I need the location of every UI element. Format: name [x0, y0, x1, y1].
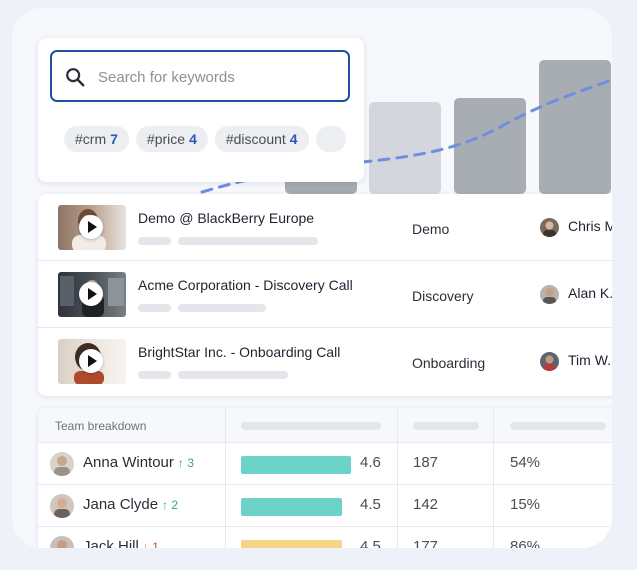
chip-tag: #price: [146, 131, 186, 147]
table-row[interactable]: Jack Hill ↓ 1 4.5 177 86%: [38, 527, 612, 548]
canvas: #crm7#price4#discount4 Demo @ BlackBerry…: [12, 8, 612, 548]
placeholder-line: [178, 371, 288, 379]
placeholder-line: [138, 304, 171, 312]
video-thumbnail[interactable]: [58, 205, 126, 250]
calls-count: 177: [413, 538, 439, 548]
avatar: [540, 218, 559, 237]
trend-up-icon: ↑ 2: [162, 498, 178, 512]
placeholder-line: [178, 237, 318, 245]
score-value: 4.6: [360, 454, 381, 471]
avatar: [540, 352, 559, 371]
percentage: 86%: [510, 538, 541, 548]
member-name-text: Jack Hill: [83, 538, 139, 548]
play-icon[interactable]: [79, 282, 103, 306]
trend-glyph: ↑: [162, 498, 169, 512]
avatar: [540, 285, 559, 304]
chart-bar: [369, 102, 441, 194]
search-icon: [66, 68, 85, 87]
table-row[interactable]: Jana Clyde ↑ 2 4.5 142 15%: [38, 485, 612, 527]
member-name-text: Anna Wintour: [83, 454, 174, 471]
call-owner: Chris M: [568, 218, 612, 234]
team-breakdown-table: Team breakdown Anna Wintour ↑ 3 4.6 187 5…: [38, 408, 612, 548]
avatar: [50, 536, 74, 548]
call-owner: Alan K.: [568, 285, 612, 301]
call-type: Onboarding: [412, 355, 486, 371]
play-icon[interactable]: [79, 349, 103, 373]
avatar: [50, 452, 74, 476]
chart-bar: [454, 98, 526, 194]
search-input[interactable]: [96, 64, 336, 90]
call-owner: Tim W.: [568, 352, 612, 368]
keyword-chip[interactable]: #discount 4: [214, 126, 309, 152]
call-row[interactable]: BrightStar Inc. - Onboarding Call Onboar…: [38, 328, 612, 395]
call-title[interactable]: Acme Corporation - Discovery Call: [138, 277, 353, 293]
chip-count: 4: [189, 131, 197, 147]
keyword-chip[interactable]: #price 4: [135, 126, 208, 152]
score-bar: [241, 456, 352, 474]
search-box[interactable]: [50, 50, 350, 102]
score-value: 4.5: [360, 538, 381, 548]
score-bar: [241, 498, 343, 516]
member-name: Jana Clyde ↑ 2: [83, 496, 178, 513]
member-name: Jack Hill ↓ 1: [83, 538, 159, 548]
percentage: 15%: [510, 496, 541, 513]
trend-value: 2: [171, 498, 179, 512]
chip-count: 4: [289, 131, 298, 147]
header-placeholder: [510, 422, 606, 430]
video-thumbnail[interactable]: [58, 339, 126, 384]
play-icon[interactable]: [79, 215, 103, 239]
trend-up-icon: ↑ 3: [178, 456, 194, 470]
avatar: [50, 494, 74, 518]
member-name-text: Jana Clyde: [83, 496, 159, 513]
keyword-chip[interactable]: #crm 7: [64, 126, 129, 152]
chart-bar: [539, 60, 611, 194]
trend-down-icon: ↓ 1: [143, 540, 159, 548]
score-value: 4.5: [360, 496, 381, 513]
call-row[interactable]: Demo @ BlackBerry Europe Demo Chris M: [38, 194, 612, 261]
member-name: Anna Wintour ↑ 3: [83, 454, 194, 471]
trend-glyph: ↑: [177, 456, 184, 470]
calls-count: 142: [413, 496, 439, 513]
header-placeholder: [413, 422, 479, 430]
trend-glyph: ↓: [142, 540, 149, 548]
call-type: Demo: [412, 221, 450, 237]
call-title[interactable]: BrightStar Inc. - Onboarding Call: [138, 344, 340, 360]
score-bar: [241, 540, 343, 548]
placeholder-line: [178, 304, 266, 312]
calls-count: 187: [413, 454, 439, 471]
trend-value: 1: [152, 540, 159, 548]
table-header: Team breakdown: [38, 408, 612, 443]
call-type: Discovery: [412, 288, 474, 304]
table-title: Team breakdown: [55, 419, 147, 433]
percentage: 54%: [510, 454, 541, 471]
header-placeholder: [241, 422, 381, 430]
video-thumbnail[interactable]: [58, 272, 126, 317]
table-row[interactable]: Anna Wintour ↑ 3 4.6 187 54%: [38, 443, 612, 485]
keyword-chips: #crm 7 #price 4 #discount 4: [64, 126, 354, 152]
call-row[interactable]: Acme Corporation - Discovery Call Discov…: [38, 261, 612, 328]
chip-tag: #crm: [75, 131, 107, 147]
keyword-chip-overflow[interactable]: [315, 126, 346, 152]
chip-count: 7: [110, 131, 118, 147]
trend-value: 3: [187, 456, 194, 470]
placeholder-line: [138, 237, 171, 245]
call-title[interactable]: Demo @ BlackBerry Europe: [138, 210, 314, 226]
calls-list: Demo @ BlackBerry Europe Demo Chris M Ac…: [38, 194, 612, 396]
chip-tag: #discount: [225, 131, 286, 147]
search-card: #crm7#price4#discount4: [38, 38, 364, 182]
placeholder-line: [138, 371, 171, 379]
